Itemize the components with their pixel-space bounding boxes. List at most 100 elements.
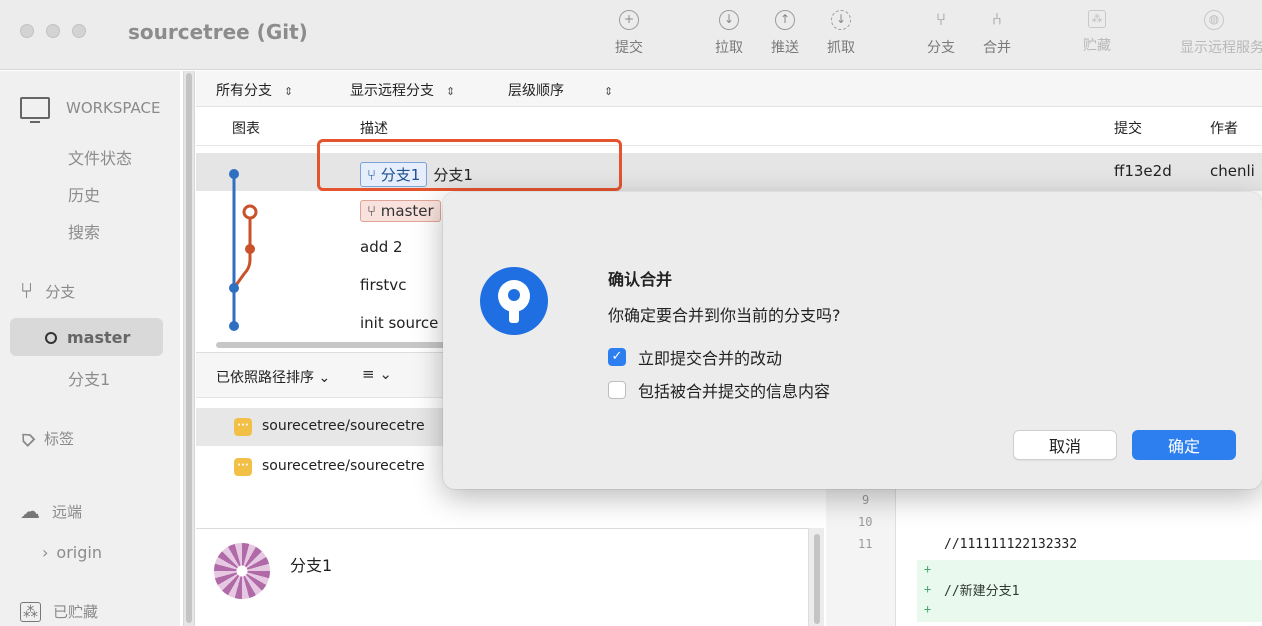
sidebar-scrollbar[interactable]: [183, 71, 195, 626]
fetch-circle-icon: ↓: [831, 10, 851, 30]
dialog-title: 确认合并: [608, 270, 673, 289]
sidebar-item-origin[interactable]: › origin: [42, 543, 102, 562]
master-tag-label: master: [380, 202, 434, 220]
commit-node: [229, 169, 239, 179]
diff-context-line: //111111122132332: [944, 537, 1078, 552]
commit-description: ⑂ master: [360, 200, 447, 222]
show-remote-branches-select[interactable]: 显示远程分支 ⇕: [350, 80, 455, 100]
dialog-message: 你确定要合并到你当前的分支吗?: [608, 306, 841, 325]
commit-message: firstvc: [360, 276, 407, 294]
show-remote-tool-button[interactable]: ◍ 显示远程服务器: [1180, 10, 1262, 57]
merge-tool-button[interactable]: ⑃ 合并: [966, 10, 1028, 57]
branch-icon: ⑂: [20, 279, 34, 304]
origin-label: origin: [56, 543, 102, 562]
master-label: master: [67, 328, 131, 347]
commit-message: init source: [360, 314, 439, 332]
diff-line-gutter: 9 10 11: [826, 487, 896, 626]
plus-circle-icon: +: [619, 10, 639, 30]
close-window-button[interactable]: [20, 24, 34, 38]
minimize-window-button[interactable]: [46, 24, 60, 38]
window-title: sourcetree (Git): [128, 20, 308, 44]
filter-bar: 所有分支 ⇕ 显示远程分支 ⇕ 层级顺序 ⇕: [196, 71, 1262, 107]
commit-graph: [229, 169, 258, 331]
stashes-header[interactable]: ⁂ 已贮藏: [20, 601, 98, 622]
stash-tool-label: 贮藏: [1083, 38, 1111, 54]
line-number: 10: [858, 515, 873, 529]
zoom-window-button[interactable]: [72, 24, 86, 38]
sidebar-item-branch1[interactable]: 分支1: [68, 366, 110, 390]
push-tool-button[interactable]: ↑ 推送: [754, 10, 816, 57]
author-column-header[interactable]: 作者: [1210, 118, 1238, 138]
push-tool-label: 推送: [771, 40, 799, 56]
sidebar-item-file-status[interactable]: 文件状态: [68, 145, 132, 169]
branch-icon: ⑂: [935, 10, 947, 30]
stash-tool-button[interactable]: ⁂ 贮藏: [1066, 10, 1128, 55]
sidebar-item-search[interactable]: 搜索: [68, 219, 100, 243]
pull-tool-button[interactable]: ↓ 拉取: [698, 10, 760, 57]
stashes-label: 已贮藏: [53, 603, 99, 621]
order-label: 层级顺序: [508, 83, 564, 99]
branches-header[interactable]: ⑂ 分支: [20, 279, 75, 304]
fetch-tool-button[interactable]: ↓ 抓取: [810, 10, 872, 57]
updown-chevron-icon: ⇕: [446, 85, 456, 98]
tag-icon: ⌂: [13, 424, 41, 453]
updown-chevron-icon: ⇕: [284, 85, 294, 98]
line-number: 9: [862, 493, 870, 507]
commit-merge-changes-label: 立即提交合并的改动: [638, 349, 783, 368]
sidebar-item-history[interactable]: 历史: [68, 182, 100, 206]
all-branches-label: 所有分支: [216, 83, 272, 99]
plus-icon: +: [924, 582, 932, 596]
stash-icon: ⁂: [20, 601, 41, 622]
commit-node: [245, 244, 255, 254]
graph-column-header[interactable]: 图表: [232, 118, 260, 138]
sort-by-path-dropdown[interactable]: 已依照路径排序 ⌄: [216, 367, 330, 387]
all-branches-select[interactable]: 所有分支 ⇕: [216, 80, 293, 100]
globe-icon: ◍: [1204, 10, 1224, 30]
remotes-label: 远端: [52, 502, 83, 521]
commit-tool-label: 提交: [615, 40, 643, 56]
commit-merge-changes-checkbox[interactable]: ✓ 立即提交合并的改动: [608, 345, 782, 369]
checkmark-icon: ✓: [608, 348, 626, 366]
chevron-down-icon: ⌄: [318, 370, 331, 386]
confirm-button[interactable]: 确定: [1132, 430, 1236, 460]
monitor-icon: [20, 97, 50, 123]
order-select[interactable]: 层级顺序 ⇕: [508, 80, 613, 100]
author-avatar: [214, 543, 270, 599]
updown-chevron-icon: ⇕: [604, 85, 614, 98]
merge-tool-label: 合并: [983, 40, 1011, 56]
commit-detail-scrollbar[interactable]: [808, 528, 824, 626]
branch-tool-label: 分支: [927, 40, 955, 56]
remotes-header[interactable]: ☁ 远端: [20, 499, 82, 523]
sort-label: 已依照路径排序: [216, 370, 314, 386]
branch-icon: ⑂: [367, 202, 381, 220]
commit-detail-message: 分支1: [290, 556, 333, 575]
show-remote-branches-label: 显示远程分支: [350, 83, 434, 99]
plus-icon: +: [924, 602, 932, 616]
toolbar: sourcetree (Git) + 提交 ↓ 拉取 ↑ 推送 ↓ 抓取 ⑂ 分…: [0, 0, 1262, 70]
commit-message: add 2: [360, 238, 403, 256]
commit-node: [229, 283, 239, 293]
plus-icon: +: [924, 562, 932, 576]
chevron-down-icon: ⌄: [379, 365, 392, 383]
highlight-annotation-box: [317, 139, 622, 191]
tags-header[interactable]: ⌂ 标签: [13, 425, 74, 453]
description-column-header[interactable]: 描述: [360, 118, 388, 138]
cancel-button[interactable]: 取消: [1013, 430, 1117, 460]
arrow-down-circle-icon: ↓: [719, 10, 739, 30]
file-name: sourecetree/sourecetre: [262, 458, 425, 474]
commit-list-horizontal-scrollbar[interactable]: [196, 339, 446, 351]
checkbox-empty-icon: [608, 381, 626, 399]
list-view-dropdown[interactable]: ≡ ⌄: [362, 365, 392, 383]
confirm-merge-dialog: 确认合并 你确定要合并到你当前的分支吗? ✓ 立即提交合并的改动 包括被合并提交…: [443, 192, 1262, 489]
include-merged-messages-checkbox[interactable]: 包括被合并提交的信息内容: [608, 378, 830, 402]
branches-label: 分支: [45, 283, 76, 301]
head-commit-node: [242, 204, 258, 220]
tags-label: 标签: [43, 430, 74, 448]
commit-author: chenli: [1210, 162, 1255, 180]
commit-node: [229, 321, 239, 331]
branch-tool-button[interactable]: ⑂ 分支: [910, 10, 972, 57]
commit-column-header[interactable]: 提交: [1114, 118, 1142, 138]
commit-tool-button[interactable]: + 提交: [598, 10, 660, 57]
sidebar-item-master[interactable]: master: [45, 328, 130, 347]
chevron-right-icon: ›: [42, 543, 49, 562]
